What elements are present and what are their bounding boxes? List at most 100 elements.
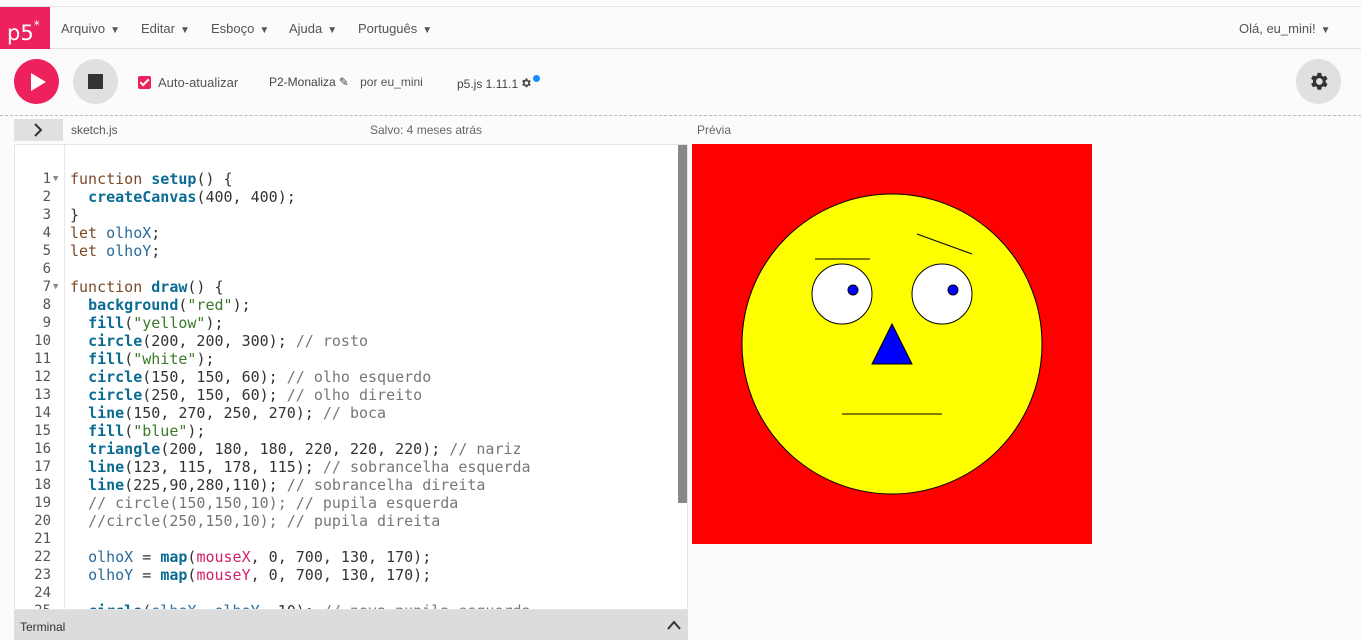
code-line[interactable]: 25 circle(olhoX, olhoY, 10); // nova pup… — [15, 602, 679, 609]
code-text: triangle(200, 180, 180, 220, 220, 220); … — [88, 440, 522, 458]
editor-scrollbar[interactable] — [678, 145, 687, 503]
toolbar: Auto-atualizar P2-Monaliza ✎ por eu_mini … — [0, 50, 1361, 116]
code-text: fill("blue"); — [88, 422, 206, 440]
terminal-label: Terminal — [20, 620, 66, 634]
line-number: 22 — [34, 549, 51, 565]
editor-header: sketch.js Salvo: 4 meses atrás — [14, 117, 688, 143]
code-line[interactable]: 10 circle(200, 200, 300); // rosto — [15, 332, 679, 350]
code-text: function draw() { — [70, 278, 224, 296]
menu-ajuda[interactable]: Ajuda ▼ — [289, 7, 337, 49]
saved-status: Salvo: 4 meses atrás — [370, 123, 483, 137]
chevron-down-icon: ▼ — [179, 25, 190, 36]
menu-language[interactable]: Português ▼ — [358, 7, 432, 49]
menu-arquivo[interactable]: Arquivo ▼ — [61, 7, 120, 49]
sketch-preview-canvas[interactable] — [692, 144, 1092, 544]
code-line[interactable]: 24 — [15, 584, 679, 602]
line-number: 18 — [34, 477, 51, 493]
code-line[interactable]: 23 olhoY = map(mouseY, 0, 700, 130, 170)… — [15, 566, 679, 584]
code-text: fill("white"); — [88, 350, 215, 368]
stop-icon — [88, 74, 103, 89]
toggle-sidebar-button[interactable] — [14, 119, 63, 141]
code-line[interactable]: 6 — [15, 260, 679, 278]
line-number: 25 — [15, 602, 51, 609]
terminal-bar[interactable]: Terminal — [14, 610, 688, 640]
line-number: 4 — [42, 225, 51, 241]
line-number: 17 — [34, 459, 51, 475]
code-text: let olhoX; — [70, 224, 161, 242]
code-line[interactable]: 2 createCanvas(400, 400); — [15, 188, 679, 206]
code-line[interactable]: 13 circle(250, 150, 60); // olho direito — [15, 386, 679, 404]
code-text: //circle(250,150,10); // pupila direita — [88, 512, 441, 530]
code-line[interactable]: 8 background("red"); — [15, 296, 679, 314]
code-text: circle(olhoX, olhoY, 10); // nova pupila… — [70, 602, 531, 609]
code-area[interactable]: 1 ▼ function setup() {2 createCanvas(400, … — [15, 170, 679, 609]
stop-button[interactable] — [73, 59, 118, 104]
chevron-down-icon: ▼ — [422, 25, 433, 36]
line-number: 3 — [42, 207, 51, 223]
line-number: 23 — [34, 567, 51, 583]
code-line[interactable]: 12 circle(150, 150, 60); // olho esquerd… — [15, 368, 679, 386]
line-number: 20 — [34, 513, 51, 529]
code-text: fill("yellow"); — [88, 314, 224, 332]
by-label: por — [360, 75, 378, 89]
version-info[interactable]: p5.js 1.11.1 — [457, 75, 541, 91]
auto-refresh-label: Auto-atualizar — [158, 75, 239, 90]
code-line[interactable]: 9 fill("yellow"); — [15, 314, 679, 332]
user-menu[interactable]: Olá, eu_mini! ▼ — [1239, 7, 1331, 49]
code-line[interactable]: 20 //circle(250,150,10); // pupila direi… — [15, 512, 679, 530]
line-number: 24 — [34, 585, 51, 601]
p5-logo[interactable]: p5* — [0, 7, 50, 49]
menu-esboco[interactable]: Esboço ▼ — [211, 7, 269, 49]
line-number: 11 — [34, 351, 51, 367]
code-line[interactable]: 19 // circle(150,150,10); // pupila esqu… — [15, 494, 679, 512]
chevron-down-icon: ▼ — [327, 25, 338, 36]
code-line[interactable]: 3} — [15, 206, 679, 224]
fold-icon[interactable]: ▼ — [53, 278, 58, 296]
code-line[interactable]: 11 fill("white"); — [15, 350, 679, 368]
line-number: 14 — [34, 405, 51, 421]
project-info: P2-Monaliza ✎ por eu_mini — [269, 75, 423, 89]
line-number: 19 — [34, 495, 51, 511]
line-number: 15 — [34, 423, 51, 439]
code-line[interactable]: 1 ▼ function setup() { — [15, 170, 679, 188]
code-line[interactable]: 7 ▼ function draw() { — [15, 278, 679, 296]
code-text: line(150, 270, 250, 270); // boca — [88, 404, 387, 422]
code-line[interactable]: 5 let olhoY; — [15, 242, 679, 260]
code-text: line(225,90,280,110); // sobrancelha dir… — [88, 476, 486, 494]
checkbox-icon[interactable] — [138, 76, 151, 89]
line-number: 5 — [42, 243, 51, 259]
play-button[interactable] — [14, 59, 59, 104]
gear-icon — [522, 78, 531, 88]
code-line[interactable]: 22 olhoX = map(mouseX, 0, 700, 130, 170)… — [15, 548, 679, 566]
line-number: 8 — [42, 297, 51, 313]
left-pupil — [847, 284, 859, 296]
settings-button[interactable] — [1296, 59, 1341, 104]
author-link[interactable]: eu_mini — [381, 75, 423, 89]
code-text: olhoX = map(mouseX, 0, 700, 130, 170); — [88, 548, 432, 566]
play-icon — [31, 73, 46, 91]
right-pupil — [947, 284, 959, 296]
menu-editar[interactable]: Editar ▼ — [141, 7, 190, 49]
left-eye — [811, 263, 873, 325]
code-line[interactable]: 21 — [15, 530, 679, 548]
project-name[interactable]: P2-Monaliza — [269, 75, 336, 89]
file-name[interactable]: sketch.js — [71, 123, 118, 137]
fold-icon[interactable]: ▼ — [53, 170, 58, 188]
line-number: 6 — [42, 261, 51, 277]
code-text: circle(200, 200, 300); // rosto — [88, 332, 369, 350]
pencil-icon[interactable]: ✎ — [339, 75, 349, 89]
chevron-down-icon: ▼ — [110, 25, 120, 36]
code-line[interactable]: 18 line(225,90,280,110); // sobrancelha … — [15, 476, 679, 494]
code-editor[interactable]: 1 ▼ function setup() {2 createCanvas(400, … — [14, 144, 688, 610]
preview-label: Prévia — [697, 123, 732, 137]
code-line[interactable]: 4 let olhoX; — [15, 224, 679, 242]
code-line[interactable]: 14 line(150, 270, 250, 270); // boca — [15, 404, 679, 422]
line-number: 16 — [34, 441, 51, 457]
code-line[interactable]: 16 triangle(200, 180, 180, 220, 220, 220… — [15, 440, 679, 458]
code-line[interactable]: 15 fill("blue"); — [15, 422, 679, 440]
auto-refresh-checkbox[interactable]: Auto-atualizar — [138, 75, 238, 90]
line-number: 2 — [42, 189, 51, 205]
line-number: 21 — [34, 531, 51, 547]
chevron-up-icon[interactable] — [666, 619, 682, 631]
code-line[interactable]: 17 line(123, 115, 178, 115); // sobrance… — [15, 458, 679, 476]
